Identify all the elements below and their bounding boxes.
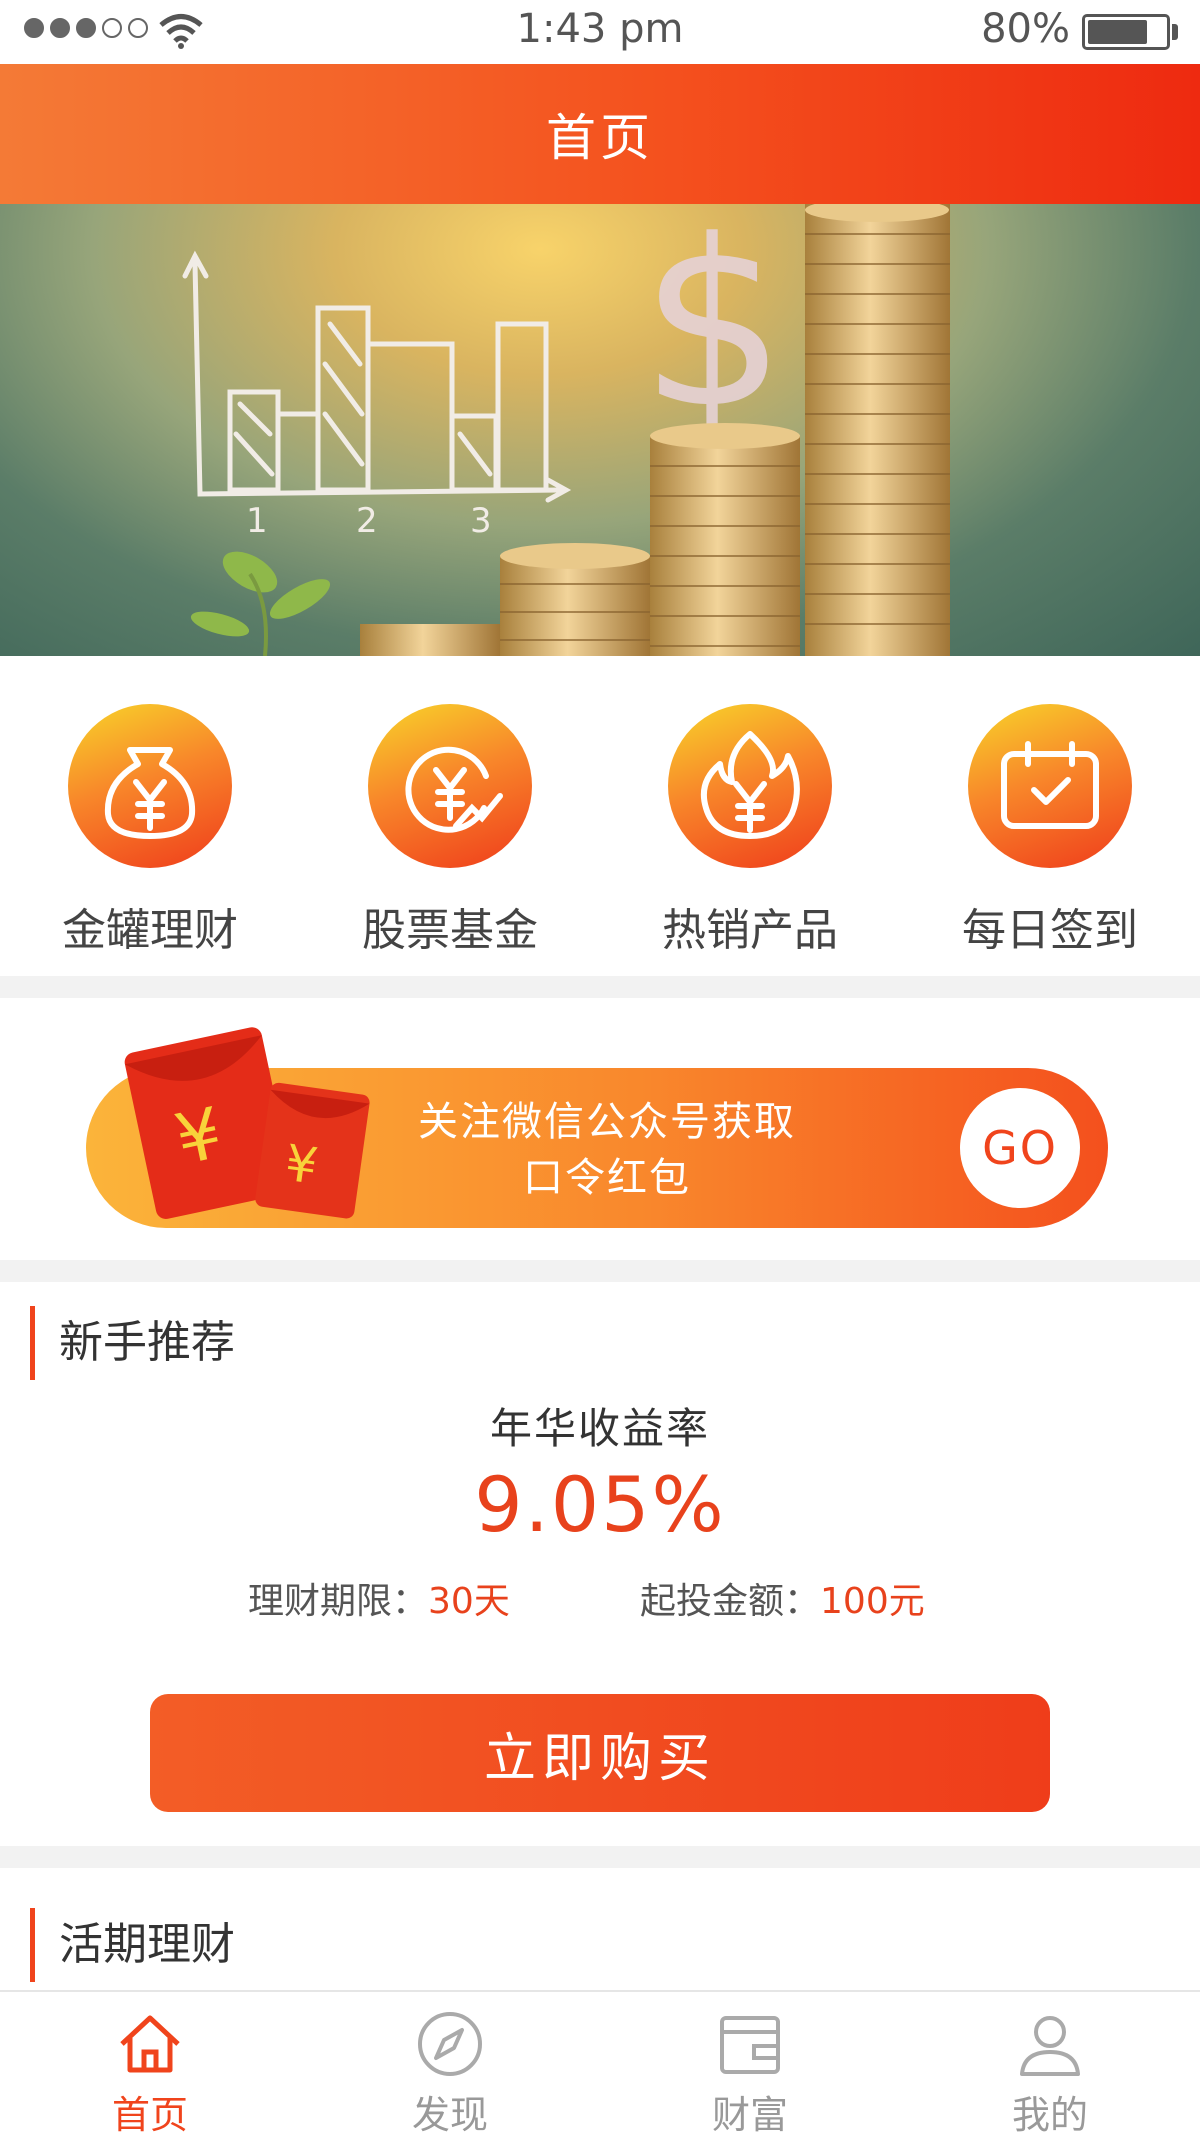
tab-label: 发现 [411, 2093, 488, 2137]
feature-label: 股票基金 [362, 905, 538, 956]
investment-term: 理财期限：30天 [248, 1572, 510, 1624]
tab-profile[interactable]: 我的 [900, 1992, 1200, 2142]
annual-rate-label: 年华收益率 [489, 1404, 710, 1453]
tab-wealth[interactable]: 财富 [600, 1992, 900, 2142]
section-divider [0, 1260, 1200, 1282]
min-amount-label: 起投金额： [640, 1581, 821, 1622]
svg-text:$: $ [640, 204, 786, 459]
feature-label: 热销产品 [662, 905, 838, 956]
compass-icon [418, 2012, 482, 2076]
tab-label: 首页 [111, 2093, 188, 2137]
status-bar: 1:43 pm 80% [0, 0, 1200, 64]
feature-label: 每日签到 [962, 905, 1138, 956]
minimum-investment: 起投金额：100元 [640, 1572, 925, 1624]
svg-text:1: 1 [246, 501, 268, 541]
page-title: 首页 [546, 109, 654, 167]
red-envelope-icon: ¥ ¥ [124, 1027, 370, 1219]
section-divider [0, 976, 1200, 998]
section-title-current: 活期理财 [30, 1908, 235, 1982]
feature-stock-fund[interactable]: 股票基金 [300, 656, 600, 976]
term-value: 30天 [428, 1581, 510, 1622]
feature-grid: 金罐理财 股票基金 热销产品 每日签到 [0, 656, 1200, 976]
feature-hot-products[interactable]: 热销产品 [600, 656, 900, 976]
calendar-check-icon [968, 704, 1132, 868]
svg-text:3: 3 [470, 501, 492, 541]
app-header: 首页 [0, 64, 1200, 204]
hero-banner[interactable]: 1 2 3 $ [0, 204, 1200, 656]
tab-label: 我的 [1011, 2093, 1088, 2137]
buy-now-button[interactable]: 立即购买 [150, 1694, 1050, 1812]
annual-rate-value: 9.05% [474, 1460, 726, 1549]
battery-percent: 80% [981, 6, 1070, 52]
banner-illustration: 1 2 3 $ [182, 204, 950, 656]
min-amount-value: 100元 [820, 1581, 925, 1622]
feature-gold-jar[interactable]: 金罐理财 [0, 656, 300, 976]
wallet-icon [720, 2016, 780, 2074]
term-label: 理财期限： [248, 1581, 429, 1622]
promo-line-2: 口令红包 [523, 1155, 691, 1201]
stock-fund-icon [368, 704, 532, 868]
feature-label: 金罐理财 [62, 905, 238, 956]
user-icon [1020, 2016, 1080, 2076]
go-button[interactable]: GO [960, 1088, 1080, 1208]
battery-icon [1082, 14, 1170, 50]
svg-text:2: 2 [356, 501, 378, 541]
tab-home[interactable]: 首页 [0, 1992, 300, 2142]
promo-line-1: 关注微信公众号获取 [418, 1099, 796, 1145]
section-divider [0, 1846, 1200, 1868]
feature-daily-checkin[interactable]: 每日签到 [900, 656, 1200, 976]
tab-discover[interactable]: 发现 [300, 1992, 600, 2142]
money-bag-icon [68, 704, 232, 868]
hot-product-icon [668, 704, 832, 868]
bottom-tab-bar: 首页 发现 财富 我的 [0, 1990, 1200, 2142]
tab-label: 财富 [711, 2093, 788, 2137]
home-icon [120, 2015, 180, 2073]
section-title-newbie: 新手推荐 [30, 1306, 235, 1380]
